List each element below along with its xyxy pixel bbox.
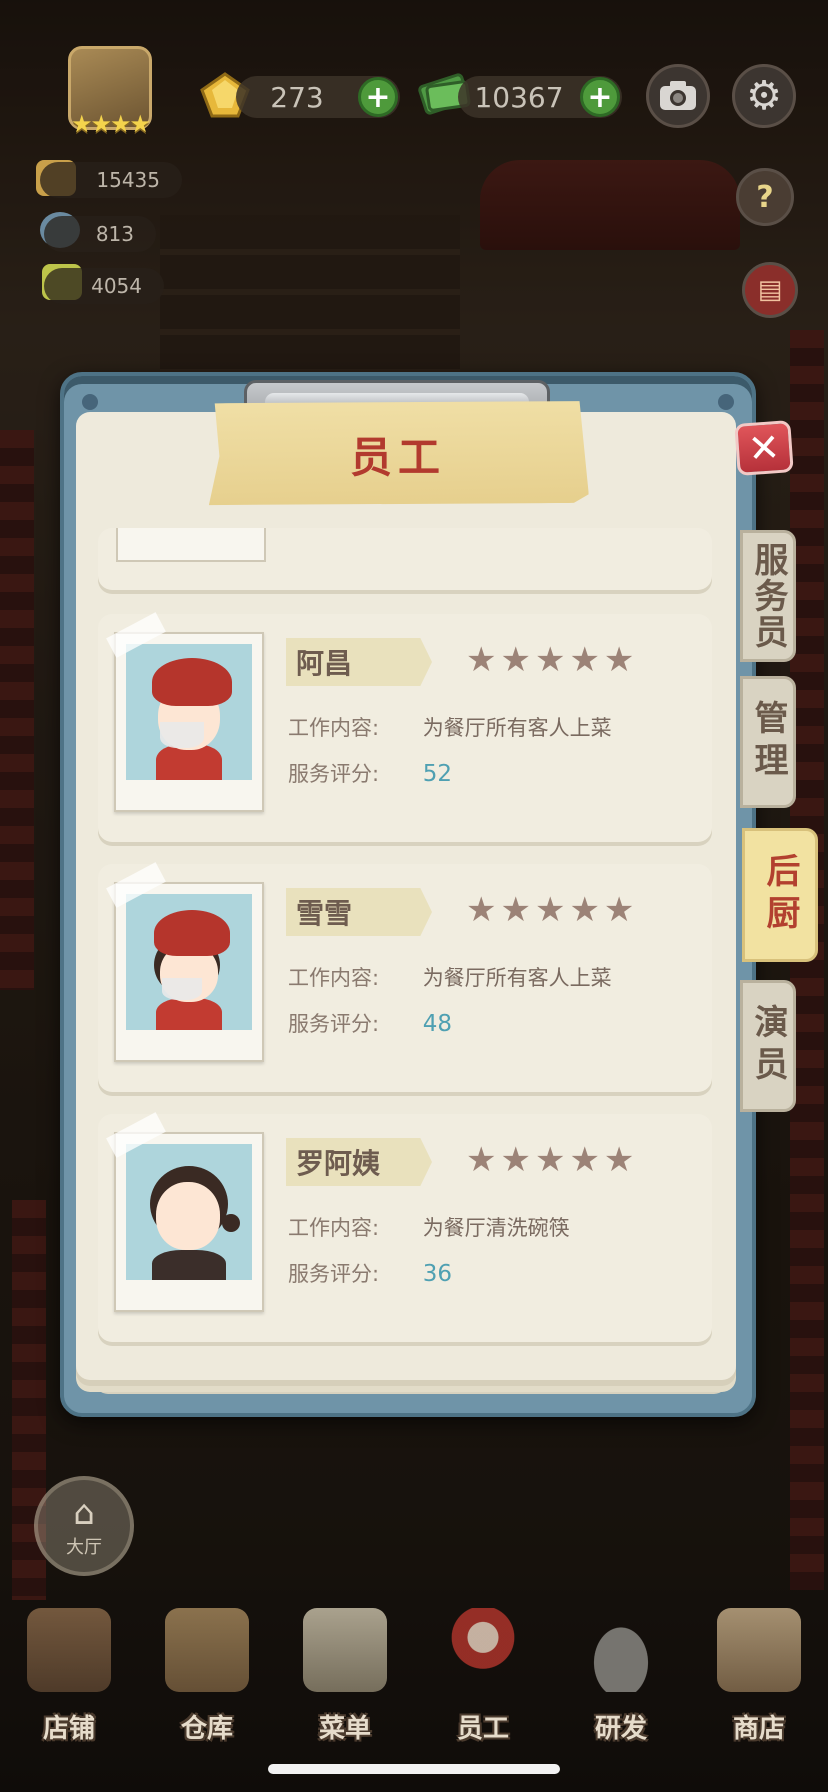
staff-card[interactable]: 阿昌 ★★★★★ 工作内容: 为餐厅所有客人上菜 服务评分: 52: [98, 612, 712, 842]
score-row: 服务评分: 52: [288, 758, 452, 788]
cash-value: 10367: [474, 80, 564, 114]
score-value: 48: [422, 1011, 452, 1037]
help-book-icon: ?: [756, 179, 774, 215]
wok-icon: [579, 1608, 663, 1692]
nav-staff-label: 员工: [456, 1714, 509, 1744]
close-button[interactable]: ✕: [734, 420, 794, 476]
tab-kitchen-label: 后厨: [760, 853, 800, 937]
staff-portrait: [106, 862, 264, 1062]
menu-clipboard-icon: [303, 1608, 387, 1692]
staff-card-partial: [98, 528, 712, 590]
screw-decor: [718, 394, 734, 410]
tab-waiter-label: 服务员: [748, 542, 788, 650]
rating-stars-icon: ★★★★★: [466, 890, 639, 930]
lobby-label: 大厅: [66, 1537, 102, 1558]
job-row: 工作内容: 为餐厅清洗碗筷: [288, 1212, 570, 1242]
nav-warehouse[interactable]: 仓库: [147, 1600, 267, 1744]
camera-icon: [660, 81, 696, 110]
home-indicator[interactable]: [268, 1764, 560, 1774]
house-icon: ⌂: [73, 1493, 95, 1533]
rank-stars-icon: ★★★★: [70, 110, 151, 138]
tab-kitchen[interactable]: 后厨: [742, 828, 818, 962]
score-label: 服务评分:: [288, 762, 380, 786]
stat-customers-value: 813: [95, 222, 134, 246]
screw-decor: [82, 394, 98, 410]
dialog-title: 员工: [349, 433, 446, 482]
nav-menu[interactable]: 菜单: [285, 1600, 405, 1744]
nav-shop-label: 店铺: [42, 1714, 95, 1744]
gems-value: 273: [270, 80, 324, 114]
tab-management-label: 管理: [748, 700, 788, 784]
job-label: 工作内容:: [288, 966, 380, 990]
add-gems-button[interactable]: +: [358, 77, 398, 117]
stat-popularity: 15435: [40, 162, 182, 198]
staff-portrait: [106, 612, 264, 812]
nav-store[interactable]: 商店: [699, 1600, 819, 1744]
nav-menu-label: 菜单: [318, 1714, 371, 1744]
shop-icon: [27, 1608, 111, 1692]
job-row: 工作内容: 为餐厅所有客人上菜: [288, 962, 612, 992]
bottom-nav: 店铺 仓库 菜单 员工 研发 商店: [0, 1600, 828, 1744]
gems-counter: 273 +: [236, 76, 400, 118]
stat-tickets-value: 4054: [91, 274, 142, 298]
nav-warehouse-label: 仓库: [180, 1714, 233, 1744]
job-label: 工作内容:: [288, 1216, 380, 1240]
score-label: 服务评分:: [288, 1262, 380, 1286]
stat-popularity-value: 15435: [96, 168, 160, 192]
stat-customers: 813: [44, 216, 156, 252]
nav-shop[interactable]: 店铺: [9, 1600, 129, 1744]
job-label: 工作内容:: [288, 716, 380, 740]
score-row: 服务评分: 48: [288, 1008, 452, 1038]
cash-counter: 10367 +: [458, 76, 622, 118]
restaurant-rank-badge[interactable]: ★★★★: [40, 46, 180, 146]
staff-name: 阿昌: [296, 647, 353, 680]
recipe-book-button[interactable]: ▤: [742, 262, 798, 318]
rating-stars-icon: ★★★★★: [466, 1140, 639, 1180]
camera-button[interactable]: [646, 64, 710, 128]
job-value: 为餐厅所有客人上菜: [422, 716, 612, 740]
job-value: 为餐厅所有客人上菜: [422, 966, 612, 990]
score-row: 服务评分: 36: [288, 1258, 452, 1288]
tab-management[interactable]: 管理: [740, 676, 796, 808]
stat-tickets: 4054: [44, 268, 164, 304]
staff-card[interactable]: 雪雪 ★★★★★ 工作内容: 为餐厅所有客人上菜 服务评分: 48: [98, 862, 712, 1092]
staff-name: 罗阿姨: [296, 1147, 381, 1180]
nav-staff[interactable]: 员工: [423, 1600, 543, 1744]
tab-performer[interactable]: 演员: [740, 980, 796, 1112]
store-icon: [717, 1608, 801, 1692]
tab-performer-label: 演员: [748, 1004, 788, 1088]
rating-stars-icon: ★★★★★: [466, 640, 639, 680]
job-value: 为餐厅清洗碗筷: [422, 1216, 570, 1240]
settings-button[interactable]: ⚙: [732, 64, 796, 128]
help-book-button[interactable]: ?: [736, 168, 794, 226]
lobby-button[interactable]: ⌂ 大厅: [34, 1476, 134, 1576]
score-value: 36: [422, 1261, 452, 1287]
add-cash-button[interactable]: +: [580, 77, 620, 117]
job-row: 工作内容: 为餐厅所有客人上菜: [288, 712, 612, 742]
nav-store-label: 商店: [732, 1714, 785, 1744]
staff-icon: [441, 1608, 525, 1692]
book-icon: ▤: [757, 275, 783, 305]
score-value: 52: [422, 761, 452, 787]
photo-frame: [116, 528, 266, 562]
staff-name: 雪雪: [296, 897, 353, 930]
score-label: 服务评分:: [288, 1012, 380, 1036]
nav-research-label: 研发: [594, 1714, 647, 1744]
nav-research[interactable]: 研发: [561, 1600, 681, 1744]
gear-icon: ⚙: [746, 73, 782, 119]
tab-waiter[interactable]: 服务员: [740, 530, 796, 662]
close-icon: ✕: [746, 424, 782, 472]
staff-card[interactable]: 罗阿姨 ★★★★★ 工作内容: 为餐厅清洗碗筷 服务评分: 36: [98, 1112, 712, 1342]
warehouse-icon: [165, 1608, 249, 1692]
staff-portrait: [106, 1112, 264, 1312]
